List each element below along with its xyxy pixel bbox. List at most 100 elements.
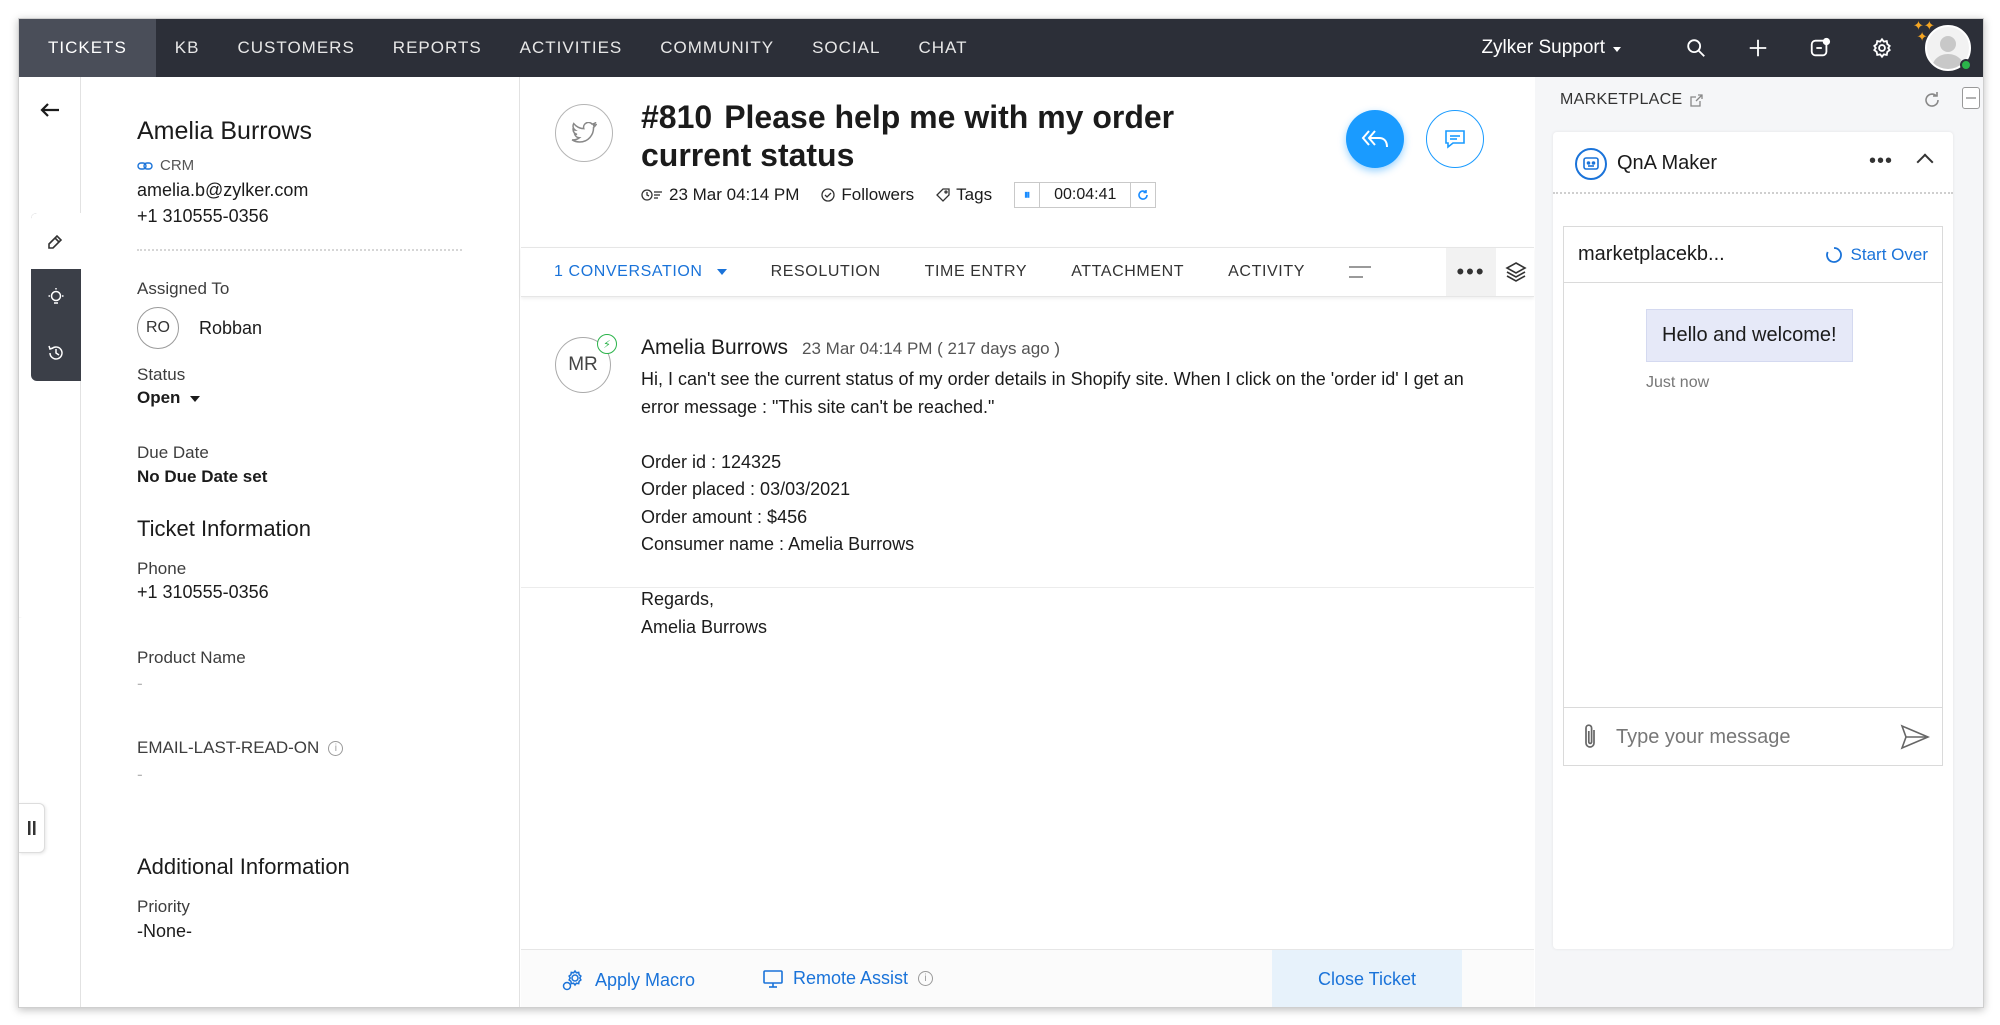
nav-tab-activities[interactable]: ACTIVITIES [501,19,642,77]
start-over-label: Start Over [1850,245,1928,264]
tab-resolution[interactable]: RESOLUTION [771,263,881,281]
chevron-down-icon [1613,47,1621,52]
nav-tab-social[interactable]: SOCIAL [793,19,899,77]
more-options-icon[interactable]: ••• [1446,248,1496,296]
pause-timer-icon[interactable]: ⏸ [1015,183,1039,207]
history-icon[interactable] [31,325,81,381]
apply-macro-label: Apply Macro [595,969,696,990]
paperclip-icon[interactable] [1578,723,1602,751]
message-timestamp: Just now [1646,374,1710,391]
ticket-info-heading: Ticket Information [137,516,312,541]
send-icon[interactable] [1900,724,1930,750]
crm-link[interactable]: CRM [137,157,194,174]
status-dropdown[interactable]: Open [137,388,201,408]
reply-all-button[interactable] [1346,110,1404,168]
phone-value[interactable]: +1 310555-0356 [137,582,269,603]
close-ticket-button[interactable]: Close Ticket [1272,950,1462,1007]
ticket-detail: #810 Please help me with my order current… [521,77,1534,1007]
chevron-up-icon[interactable] [1916,153,1934,171]
tags-label: Tags [956,185,993,204]
marketplace-title: MARKETPLACE [1560,91,1683,108]
contact-email[interactable]: amelia.b@zylker.com [137,180,308,201]
apply-macro-button[interactable]: Apply Macro [561,968,695,992]
tab-attachment[interactable]: ATTACHMENT [1071,263,1184,281]
layers-icon[interactable] [1504,260,1528,284]
thread-line: Amelia Burrows [641,616,768,637]
remote-assist-button[interactable]: Remote Assist i [763,968,934,989]
nav-tab-chat[interactable]: CHAT [899,19,986,77]
chevron-down-icon [190,395,201,402]
search-icon[interactable] [1665,19,1727,77]
thread-author[interactable]: Amelia Burrows [641,336,788,360]
ticket-subtabs: 1 CONVERSATION RESOLUTION TIME ENTRY ATT… [521,247,1534,297]
thread-line: Consumer name : Amelia Burrows [641,534,915,554]
collapse-panel-icon[interactable] [1962,87,1980,109]
contact-phone[interactable]: +1 310555-0356 [137,206,269,227]
info-icon[interactable]: i [328,741,344,757]
thread-line: Order id : 124325 [641,451,782,472]
nav-tab-tickets[interactable]: TICKETS [19,19,156,77]
thread-body: Hi, I can't see the current status of my… [641,366,1481,641]
nav-tab-kb[interactable]: KB [156,19,219,77]
refresh-icon[interactable] [1923,91,1941,109]
ticket-properties-tab[interactable] [31,213,81,269]
reset-timer-icon[interactable] [1131,183,1155,207]
external-link-icon [1690,93,1704,107]
comment-button[interactable] [1426,110,1484,168]
assignee-selector[interactable]: RO Robban [137,307,262,349]
thread-header: Amelia Burrows 23 Mar 04:14 PM ( 217 day… [641,336,1060,360]
ticket-subject-text: Please help me with my order current sta… [641,99,1175,173]
bot-icon [1575,148,1607,180]
agent-name: Robban [199,317,263,338]
user-avatar-button[interactable]: ✦✦ ✦ [1913,19,1983,77]
nav-tab-customers[interactable]: CUSTOMERS [218,19,373,77]
back-arrow-icon[interactable] [35,95,65,125]
nav-right-tools: Zylker Support ✦✦ ✦ [1481,19,1983,77]
priority-label: Priority [137,897,190,916]
separator [137,249,462,251]
phone-label: Phone [137,559,187,578]
filter-lines-icon[interactable] [1348,266,1371,278]
gear-icon[interactable] [1851,19,1913,77]
org-switcher[interactable]: Zylker Support [1481,37,1621,59]
plus-icon[interactable] [1727,19,1789,77]
marketplace-panel: MARKETPLACE QnA Maker ••• marketplacekb.… [1535,77,1983,1007]
thread-time: 23 Mar 04:14 PM ( 217 days ago ) [802,339,1061,358]
widget-title: QnA Maker [1617,152,1718,174]
sparkle-icon: ✦✦ ✦ [1913,18,1935,44]
more-options-icon[interactable]: ••• [1869,150,1893,173]
panel-resize-handle[interactable] [19,803,45,853]
chat-window: marketplacekb... Start Over Hello and we… [1563,226,1943,766]
email-last-read-text: EMAIL-LAST-READ-ON [137,738,320,757]
thread-line: Hi, I can't see the current status of my… [641,369,1464,417]
top-navigation: TICKETS KB CUSTOMERS REPORTS ACTIVITIES … [19,19,1983,77]
start-over-button[interactable]: Start Over [1825,245,1928,265]
product-name-value[interactable]: - [137,674,143,694]
rail-tab-group [31,213,81,381]
ticket-subject[interactable]: #810 Please help me with my order current… [641,98,1261,174]
chat-message-input[interactable] [1616,718,1876,756]
marketplace-header[interactable]: MARKETPLACE [1560,91,1704,109]
tags-button[interactable]: Tags [936,185,992,205]
tab-time-entry[interactable]: TIME ENTRY [925,263,1028,281]
lightbulb-icon[interactable] [31,269,81,325]
email-last-read-value[interactable]: - [137,765,143,785]
contact-name[interactable]: Amelia Burrows [137,117,312,146]
nav-tab-community[interactable]: COMMUNITY [641,19,793,77]
due-date-value[interactable]: No Due Date set [137,467,267,487]
thread-line: Order amount : $456 [641,506,808,527]
nav-tab-reports[interactable]: REPORTS [374,19,501,77]
notification-icon[interactable] [1789,19,1851,77]
ticket-action-bar: Apply Macro Remote Assist i Close Ticket [521,949,1534,1007]
twitter-icon [555,104,613,162]
info-icon[interactable]: i [918,971,934,986]
thread-line [641,421,1481,449]
tab-activity[interactable]: ACTIVITY [1228,263,1305,281]
tab-conversation[interactable]: 1 CONVERSATION [554,263,727,281]
widget-header: QnA Maker ••• [1553,132,1953,194]
conversation-thread: MR ⚡ Amelia Burrows 23 Mar 04:14 PM ( 21… [521,298,1534,637]
priority-value[interactable]: -None- [137,921,192,942]
thread-line: Order placed : 03/03/2021 [641,479,851,499]
timer-value: 00:04:41 [1039,183,1132,207]
followers-button[interactable]: Followers [821,185,914,205]
